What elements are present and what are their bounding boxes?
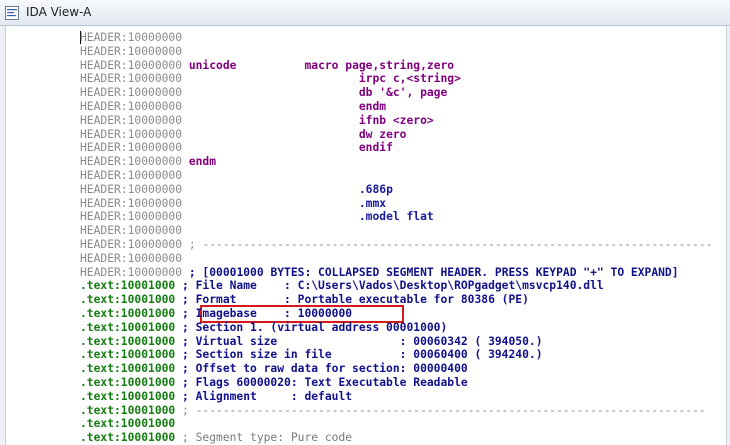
line-content: unicode <box>182 58 237 72</box>
disasm-line[interactable]: .text:10001000 <box>80 417 175 431</box>
disasm-line[interactable]: .text:10001000 ; Section size in file : … <box>80 348 543 362</box>
disasm-line[interactable]: HEADER:10000000 <box>80 31 182 45</box>
line-address: .text:10001000 <box>80 348 176 362</box>
line-address: HEADER:10000000 <box>80 169 183 182</box>
disasm-line[interactable]: .text:10001000 ; Segment type: Pure code <box>80 431 352 445</box>
window-title: IDA View-A <box>26 5 92 19</box>
line-content: endif <box>182 141 393 155</box>
disasm-line[interactable]: HEADER:10000000 ; ----------------------… <box>80 238 713 252</box>
line-address: HEADER:10000000 <box>80 58 183 72</box>
line-address: .text:10001000 <box>80 320 176 334</box>
line-address: HEADER:10000000 <box>80 155 183 169</box>
line-address: .text:10001000 <box>80 293 176 307</box>
disasm-line[interactable]: HEADER:10000000 unicode macro page,strin… <box>80 59 454 73</box>
line-address: HEADER:10000000 <box>80 44 183 58</box>
disasm-line[interactable]: HEADER:10000000 db '&c', page <box>80 86 447 100</box>
line-address: HEADER:10000000 <box>80 72 183 86</box>
disasm-line[interactable]: .text:10001000 ; Offset to raw data for … <box>80 362 468 376</box>
disasm-line[interactable]: HEADER:10000000 <box>80 169 182 183</box>
disasm-line[interactable]: HEADER:10000000 irpc c,<string> <box>80 72 461 86</box>
line-content: ; Offset to raw data for section: 000004… <box>175 362 468 376</box>
line-content: ; Alignment : default <box>175 389 353 403</box>
line-content: ifnb <zero> <box>182 113 434 127</box>
disassembly-listing[interactable]: HEADER:10000000 HEADER:10000000 HEADER:100… <box>8 29 724 445</box>
line-content: macro page,string,zero <box>236 58 455 72</box>
line-content: ; Section 1. (virtual address 00001000) <box>175 320 448 334</box>
disasm-line[interactable]: HEADER:10000000 .mmx <box>80 197 386 211</box>
line-address: HEADER:10000000 <box>80 182 183 196</box>
line-address: HEADER:10000000 <box>80 127 183 141</box>
line-address: HEADER:10000000 <box>80 251 183 265</box>
line-content: endm <box>182 100 387 113</box>
disasm-line[interactable]: HEADER:10000000 dw zero <box>80 128 406 142</box>
disasm-line[interactable]: HEADER:10000000 endm <box>80 100 386 114</box>
line-address: HEADER:10000000 <box>80 86 183 100</box>
disasm-line[interactable]: HEADER:10000000 <box>80 224 182 238</box>
line-address: HEADER:10000000 <box>80 196 183 210</box>
line-content: ; File Name : C:\Users\Vados\Desktop\ROP… <box>175 279 604 293</box>
disasm-line[interactable]: .text:10001000 ; File Name : C:\Users\Va… <box>80 279 604 293</box>
line-content: irpc c,<string> <box>182 72 461 86</box>
line-content: ; --------------------------------------… <box>182 238 713 251</box>
disasm-line[interactable]: HEADER:10000000 <box>80 45 182 59</box>
disasm-line[interactable]: HEADER:10000000 .686p <box>80 183 393 197</box>
line-address: HEADER:10000000 <box>80 141 183 155</box>
line-address: HEADER:10000000 <box>80 113 183 127</box>
line-address: HEADER:10000000 <box>80 100 183 113</box>
line-content: .model flat <box>182 210 434 224</box>
disasm-line[interactable]: .text:10001000 ; Imagebase : 10000000 <box>80 307 352 321</box>
disasm-line[interactable]: .text:10001000 ; -----------------------… <box>80 404 706 418</box>
line-address: .text:10001000 <box>80 362 176 376</box>
disasm-line[interactable]: .text:10001000 ; Format : Portable execu… <box>80 293 529 307</box>
line-address: .text:10001000 <box>80 307 176 320</box>
line-content: ; [00001000 BYTES: COLLAPSED SEGMENT HEA… <box>182 265 679 279</box>
line-address: .text:10001000 <box>80 403 176 417</box>
line-content: endm <box>182 155 217 169</box>
line-address: HEADER:10000000 <box>80 210 183 224</box>
disasm-line[interactable]: HEADER:10000000 endm <box>80 155 216 169</box>
disasm-line[interactable]: HEADER:10000000 ifnb <zero> <box>80 114 434 128</box>
line-content: ; Format : Portable executable for 80386… <box>175 293 529 307</box>
ida-view-icon <box>5 6 19 20</box>
disasm-line[interactable]: .text:10001000 ; Section 1. (virtual add… <box>80 321 447 335</box>
disasm-line[interactable]: HEADER:10000000 endif <box>80 141 393 155</box>
line-content: ; Virtual size : 00060342 ( 394050.) <box>175 334 543 348</box>
line-address: .text:10001000 <box>80 417 176 431</box>
line-address: HEADER:10000000 <box>80 238 183 251</box>
line-content: dw zero <box>182 127 407 141</box>
line-content: ; Imagebase : 10000000 <box>175 307 353 320</box>
disasm-line[interactable]: .text:10001000 ; Flags 60000020: Text Ex… <box>80 376 468 390</box>
left-frame <box>0 26 6 445</box>
line-address: .text:10001000 <box>80 334 176 348</box>
line-address: .text:10001000 <box>80 279 176 293</box>
line-content: .mmx <box>182 196 387 210</box>
right-frame <box>726 26 730 445</box>
title-bar: IDA View-A <box>0 0 730 26</box>
line-content: ; Flags 60000020: Text Executable Readab… <box>175 376 468 389</box>
line-content: ; Section size in file : 00060400 ( 3942… <box>175 348 543 362</box>
line-content: ; --------------------------------------… <box>175 403 706 417</box>
disasm-line[interactable]: .text:10001000 ; Virtual size : 00060342… <box>80 335 543 349</box>
disasm-line[interactable]: HEADER:10000000 .model flat <box>80 210 434 224</box>
line-address: .text:10001000 <box>80 389 176 403</box>
line-content: ; Segment type: Pure code <box>175 431 353 445</box>
line-address: HEADER:10000000 <box>80 224 183 238</box>
disasm-line[interactable]: HEADER:10000000 ; [00001000 BYTES: COLLA… <box>80 266 679 280</box>
line-address: .text:10001000 <box>80 376 176 389</box>
line-address: HEADER:10000000 <box>80 31 183 44</box>
line-address: HEADER:10000000 <box>80 265 183 279</box>
line-address: .text:10001000 <box>80 431 176 445</box>
disasm-line[interactable]: .text:10001000 ; Alignment : default <box>80 390 352 404</box>
line-content: db '&c', page <box>182 86 448 100</box>
line-content: .686p <box>182 182 393 196</box>
disasm-line[interactable]: HEADER:10000000 <box>80 252 182 266</box>
